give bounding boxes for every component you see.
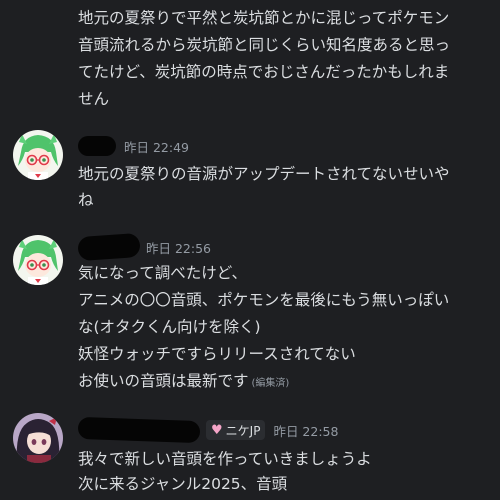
message-line: 我々で新しい音頭を作っていきましょうよ	[78, 450, 372, 468]
message-line: な(オタクくん向けを除く)	[78, 318, 261, 336]
timestamp: 昨日 22:56	[146, 240, 211, 256]
redacted-username[interactable]	[78, 136, 116, 156]
user-avatar[interactable]	[13, 235, 63, 285]
message-line: 妖怪ウォッチですらリリースされてない	[78, 345, 356, 363]
heart-icon: ♥	[211, 422, 223, 438]
edited-label: (編集済)	[251, 378, 290, 389]
avatar-image	[13, 235, 63, 285]
message-line: 次に来るジャンル2025、音頭	[78, 475, 288, 493]
message-line: 気になって調べたけど、	[78, 264, 247, 282]
avatar-image	[13, 413, 63, 463]
role-tag-label: ニケJP	[225, 423, 261, 438]
chat-message-list[interactable]: 地元の夏祭りで平然と炭坑節とかに混じってポケモン 音頭流れるから炭坑節と同じくら…	[0, 0, 500, 500]
role-tag[interactable]: ♥ ニケJP	[206, 420, 266, 440]
message-line-edited: お使いの音頭は最新です (編集済)	[78, 371, 289, 394]
timestamp: 昨日 22:49	[124, 139, 189, 155]
message-line: てたけど、炭坑節の時点でおじさんだったかもしれま	[78, 63, 450, 81]
message-line: 音頭流れるから炭坑節と同じくらい知名度あると思っ	[78, 36, 451, 54]
user-avatar[interactable]	[13, 130, 63, 180]
message-text: お使いの音頭は最新です	[78, 372, 249, 390]
timestamp: 昨日 22:58	[273, 423, 339, 439]
avatar-image	[13, 130, 63, 180]
user-avatar[interactable]	[13, 413, 63, 463]
message-line: 地元の夏祭りで平然と炭坑節とかに混じってポケモン	[78, 9, 450, 27]
message-line: せん	[78, 90, 110, 108]
message-line: ね	[78, 191, 94, 209]
redacted-username[interactable]	[77, 416, 201, 444]
message-line: 地元の夏祭りの音源がアップデートされてないせいや	[78, 165, 450, 183]
message-line: アニメの〇〇音頭、ポケモンを最後にもう無いっぽい	[78, 291, 450, 309]
redacted-username[interactable]	[77, 232, 141, 262]
